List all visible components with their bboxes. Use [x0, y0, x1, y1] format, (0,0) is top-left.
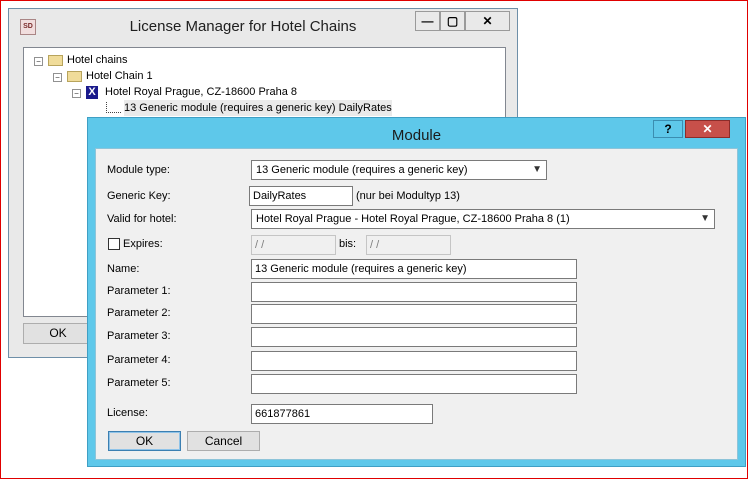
tree-item-hotel-chains[interactable]: Hotel chains [67, 52, 128, 68]
module-dialog: Module ? ✕ Module type: 13 Generic modul… [87, 117, 746, 467]
module-type-label: Module type: [107, 164, 170, 176]
tree-item-hotel-royal-prague[interactable]: Hotel Royal Prague, CZ-18600 Praha 8 [105, 84, 297, 100]
ok-button[interactable]: OK [23, 323, 93, 344]
chevron-down-icon: ▼ [532, 164, 542, 175]
name-label: Name: [107, 263, 140, 275]
expires-to-date-input[interactable]: / / [366, 235, 451, 255]
valid-for-hotel-label: Valid for hotel: [107, 213, 177, 225]
close-button[interactable]: ✕ [465, 11, 510, 31]
parameter-3-input[interactable] [251, 327, 577, 347]
chevron-down-icon: ▼ [700, 213, 710, 224]
expires-label: Expires: [123, 238, 163, 250]
parameter-3-label: Parameter 3: [107, 330, 171, 342]
parameter-1-label: Parameter 1: [107, 285, 171, 297]
valid-for-hotel-value: Hotel Royal Prague - Hotel Royal Prague,… [256, 213, 570, 225]
maximize-button[interactable]: ▢ [440, 11, 465, 31]
tree-item-hotel-chain-1[interactable]: Hotel Chain 1 [86, 68, 153, 84]
expires-checkbox[interactable] [108, 238, 120, 250]
parameter-2-input[interactable] [251, 304, 577, 324]
bis-label: bis: [339, 238, 357, 250]
license-manager-titlebar[interactable]: SD License Manager for Hotel Chains — ▢ … [9, 9, 517, 43]
parameter-4-input[interactable] [251, 351, 577, 371]
generic-key-hint: (nur bei Modultyp 13) [356, 190, 460, 202]
dialog-close-button[interactable]: ✕ [685, 120, 730, 138]
hotel-x-icon: X [86, 86, 98, 99]
tree-collapse-icon[interactable]: − [72, 89, 81, 98]
module-type-value: 13 Generic module (requires a generic ke… [256, 164, 468, 176]
parameter-5-label: Parameter 5: [107, 377, 171, 389]
module-type-select[interactable]: 13 Generic module (requires a generic ke… [251, 160, 547, 180]
folder-icon [67, 71, 82, 82]
tree-collapse-icon[interactable]: − [53, 73, 62, 82]
license-input[interactable]: 661877861 [251, 404, 433, 424]
cancel-button[interactable]: Cancel [187, 431, 260, 451]
name-input[interactable]: 13 Generic module (requires a generic ke… [251, 259, 577, 279]
dialog-client-area: Module type: 13 Generic module (requires… [95, 148, 738, 460]
expires-from-date-input[interactable]: / / [251, 235, 336, 255]
dialog-title: Module [391, 127, 442, 144]
window-title: License Manager for Hotel Chains [129, 18, 357, 35]
parameter-5-input[interactable] [251, 374, 577, 394]
tree-item-module[interactable]: 13 Generic module (requires a generic ke… [124, 100, 392, 116]
license-label: License: [107, 407, 148, 419]
ok-button[interactable]: OK [108, 431, 181, 451]
generic-key-input[interactable]: DailyRates [249, 186, 353, 206]
valid-for-hotel-select[interactable]: Hotel Royal Prague - Hotel Royal Prague,… [251, 209, 715, 229]
generic-key-label: Generic Key: [107, 190, 171, 202]
parameter-4-label: Parameter 4: [107, 354, 171, 366]
folder-icon [48, 55, 63, 66]
tree-collapse-icon[interactable]: − [34, 57, 43, 66]
help-button[interactable]: ? [653, 120, 683, 138]
minimize-button[interactable]: — [415, 11, 440, 31]
module-icon [106, 102, 121, 113]
parameter-2-label: Parameter 2: [107, 307, 171, 319]
parameter-1-input[interactable] [251, 282, 577, 302]
